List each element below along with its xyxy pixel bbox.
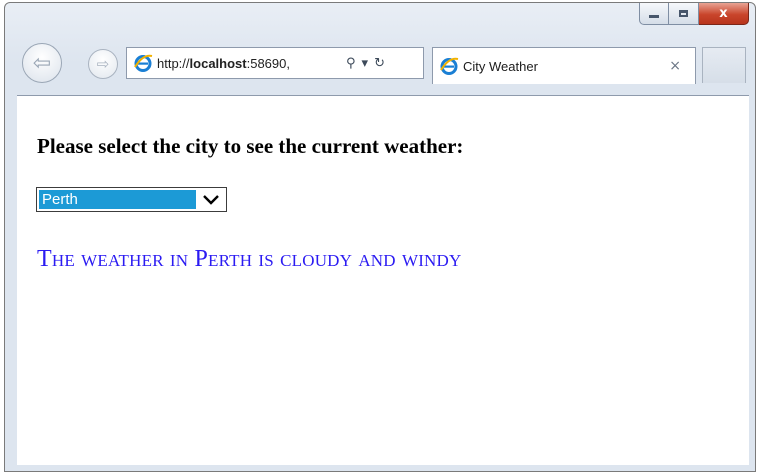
city-select-value: Perth	[39, 190, 196, 209]
address-tools: ⚲ ▾ ↻	[343, 56, 388, 71]
url-prefix: http://	[157, 55, 190, 71]
maximize-icon	[679, 10, 688, 17]
address-bar[interactable]: http://localhost:58690, ⚲ ▾ ↻	[126, 47, 424, 79]
page-heading: Please select the city to see the curren…	[37, 134, 464, 158]
close-window-button[interactable]: x	[699, 3, 749, 25]
tab-city-weather[interactable]: City Weather ×	[432, 47, 696, 84]
maximize-button[interactable]	[669, 3, 699, 25]
weather-message: The weather in Perth is cloudy and windy	[37, 246, 462, 272]
back-button[interactable]: ⇦	[22, 43, 62, 83]
forward-button[interactable]: ⇨	[88, 49, 118, 79]
new-tab-button[interactable]	[702, 47, 746, 83]
back-arrow-icon: ⇦	[32, 50, 52, 76]
url-rest: :58690,	[246, 55, 290, 71]
browser-window: x ⇦ ⇨ http://localhost:58690, ⚲ ▾ ↻ City…	[4, 2, 756, 472]
search-icon[interactable]: ⚲	[343, 56, 359, 71]
tab-title: City Weather	[463, 58, 538, 74]
close-icon[interactable]: ×	[669, 58, 681, 74]
minimize-button[interactable]	[639, 3, 669, 25]
ie-logo-icon	[134, 54, 153, 72]
url-host: localhost	[189, 55, 247, 71]
url-text[interactable]: http://localhost:58690,	[157, 56, 339, 71]
forward-arrow-icon: ⇨	[96, 55, 110, 73]
minimize-icon	[649, 15, 659, 18]
dropdown-icon[interactable]: ▾	[359, 56, 372, 71]
city-select[interactable]: Perth	[36, 187, 227, 212]
page-content: Please select the city to see the curren…	[17, 95, 749, 465]
ie-logo-icon	[440, 57, 459, 75]
chevron-down-icon[interactable]	[196, 188, 226, 211]
close-icon: x	[719, 6, 728, 21]
window-controls: x	[639, 3, 749, 25]
refresh-icon[interactable]: ↻	[371, 56, 388, 71]
